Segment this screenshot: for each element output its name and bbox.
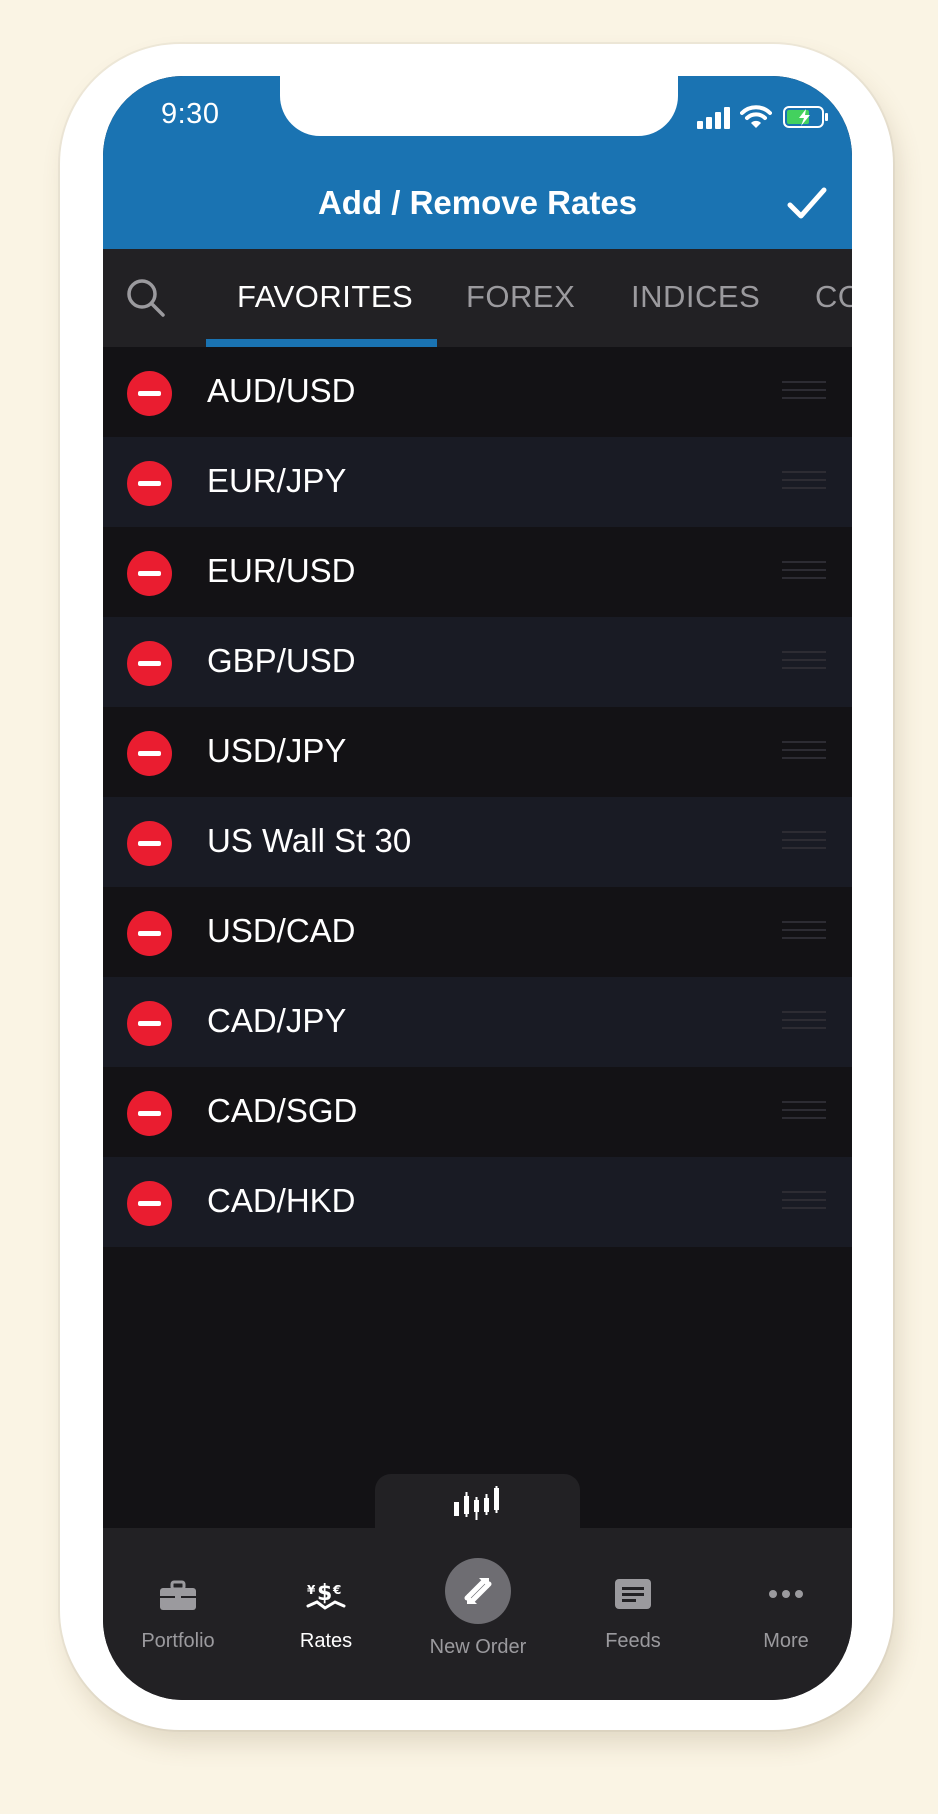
- more-icon: [769, 1590, 803, 1598]
- battery-icon: [783, 106, 828, 128]
- briefcase-icon: [160, 1580, 196, 1610]
- drag-handle-icon[interactable]: [782, 1101, 826, 1123]
- list-item: CAD/JPY: [103, 977, 852, 1067]
- tab-new-order-label: New Order: [429, 1636, 527, 1658]
- tab-commodities[interactable]: CO: [815, 279, 852, 315]
- page-title: Add / Remove Rates: [317, 184, 638, 221]
- rates-list: AUD/USD EUR/JPY EUR/USD GBP/USD USD/JPY …: [103, 347, 852, 1247]
- svg-text:€: €: [332, 1583, 341, 1597]
- header: 9:30 Add / Remove Rates: [103, 76, 852, 249]
- drag-handle-icon[interactable]: [782, 471, 826, 493]
- category-tabs: FAVORITES FOREX INDICES CO: [103, 249, 852, 347]
- tab-rates[interactable]: ¥ $ € Rates: [251, 1528, 401, 1700]
- chart-toggle-button[interactable]: [375, 1474, 580, 1530]
- tab-new-order[interactable]: New Order: [403, 1528, 553, 1700]
- currency-icon: ¥ $ €: [306, 1581, 346, 1610]
- remove-button[interactable]: [127, 641, 172, 686]
- drag-handle-icon[interactable]: [782, 831, 826, 853]
- list-item: USD/JPY: [103, 707, 852, 797]
- checkmark-icon[interactable]: [786, 184, 828, 224]
- app-screen: 9:30 Add / Remove Rates FAVORITES FOREX …: [103, 76, 852, 1700]
- drag-handle-icon[interactable]: [782, 921, 826, 943]
- rate-label: GBP/USD: [207, 642, 356, 679]
- remove-button[interactable]: [127, 911, 172, 956]
- rate-label: EUR/JPY: [207, 462, 347, 499]
- feeds-icon: [615, 1579, 651, 1609]
- remove-button[interactable]: [127, 1001, 172, 1046]
- status-time: 9:30: [161, 98, 220, 130]
- rate-label: CAD/JPY: [207, 1002, 347, 1039]
- drag-handle-icon[interactable]: [782, 1011, 826, 1033]
- list-item: GBP/USD: [103, 617, 852, 707]
- remove-button[interactable]: [127, 461, 172, 506]
- signal-icon: [697, 105, 730, 129]
- tab-more-label: More: [763, 1630, 809, 1652]
- remove-button[interactable]: [127, 371, 172, 416]
- swap-icon: [445, 1558, 511, 1624]
- list-item: CAD/SGD: [103, 1067, 852, 1157]
- list-item: CAD/HKD: [103, 1157, 852, 1247]
- remove-button[interactable]: [127, 731, 172, 776]
- bottom-tab-bar: Portfolio ¥ $ € Rates New Order Feeds Mo…: [103, 1528, 852, 1700]
- tab-more[interactable]: More: [711, 1528, 852, 1700]
- rate-label: US Wall St 30: [207, 822, 412, 859]
- svg-text:¥: ¥: [307, 1583, 316, 1597]
- rate-label: AUD/USD: [207, 372, 356, 409]
- notch: [280, 76, 678, 136]
- remove-button[interactable]: [127, 551, 172, 596]
- list-item: USD/CAD: [103, 887, 852, 977]
- chart-icon: [454, 1486, 499, 1520]
- tab-indices[interactable]: INDICES: [631, 279, 760, 315]
- remove-button[interactable]: [127, 821, 172, 866]
- list-item: EUR/USD: [103, 527, 852, 617]
- search-icon[interactable]: [125, 277, 167, 319]
- tab-feeds[interactable]: Feeds: [558, 1528, 708, 1700]
- rate-label: CAD/HKD: [207, 1182, 356, 1219]
- list-item: EUR/JPY: [103, 437, 852, 527]
- active-tab-indicator: [206, 339, 437, 347]
- tab-portfolio-label: Portfolio: [141, 1630, 215, 1652]
- remove-button[interactable]: [127, 1091, 172, 1136]
- drag-handle-icon[interactable]: [782, 381, 826, 403]
- drag-handle-icon[interactable]: [782, 561, 826, 583]
- rate-label: CAD/SGD: [207, 1092, 358, 1129]
- tab-forex[interactable]: FOREX: [466, 279, 575, 315]
- tab-portfolio[interactable]: Portfolio: [103, 1528, 253, 1700]
- rate-label: EUR/USD: [207, 552, 356, 589]
- remove-button[interactable]: [127, 1181, 172, 1226]
- drag-handle-icon[interactable]: [782, 1191, 826, 1213]
- drag-handle-icon[interactable]: [782, 741, 826, 763]
- rate-label: USD/JPY: [207, 732, 347, 769]
- drag-handle-icon[interactable]: [782, 651, 826, 673]
- tab-feeds-label: Feeds: [605, 1630, 661, 1652]
- list-item: US Wall St 30: [103, 797, 852, 887]
- list-item: AUD/USD: [103, 347, 852, 437]
- rate-label: USD/CAD: [207, 912, 356, 949]
- tab-rates-label: Rates: [299, 1630, 353, 1652]
- status-icons: [697, 102, 830, 132]
- wifi-icon: [740, 105, 772, 128]
- tab-favorites[interactable]: FAVORITES: [237, 279, 413, 315]
